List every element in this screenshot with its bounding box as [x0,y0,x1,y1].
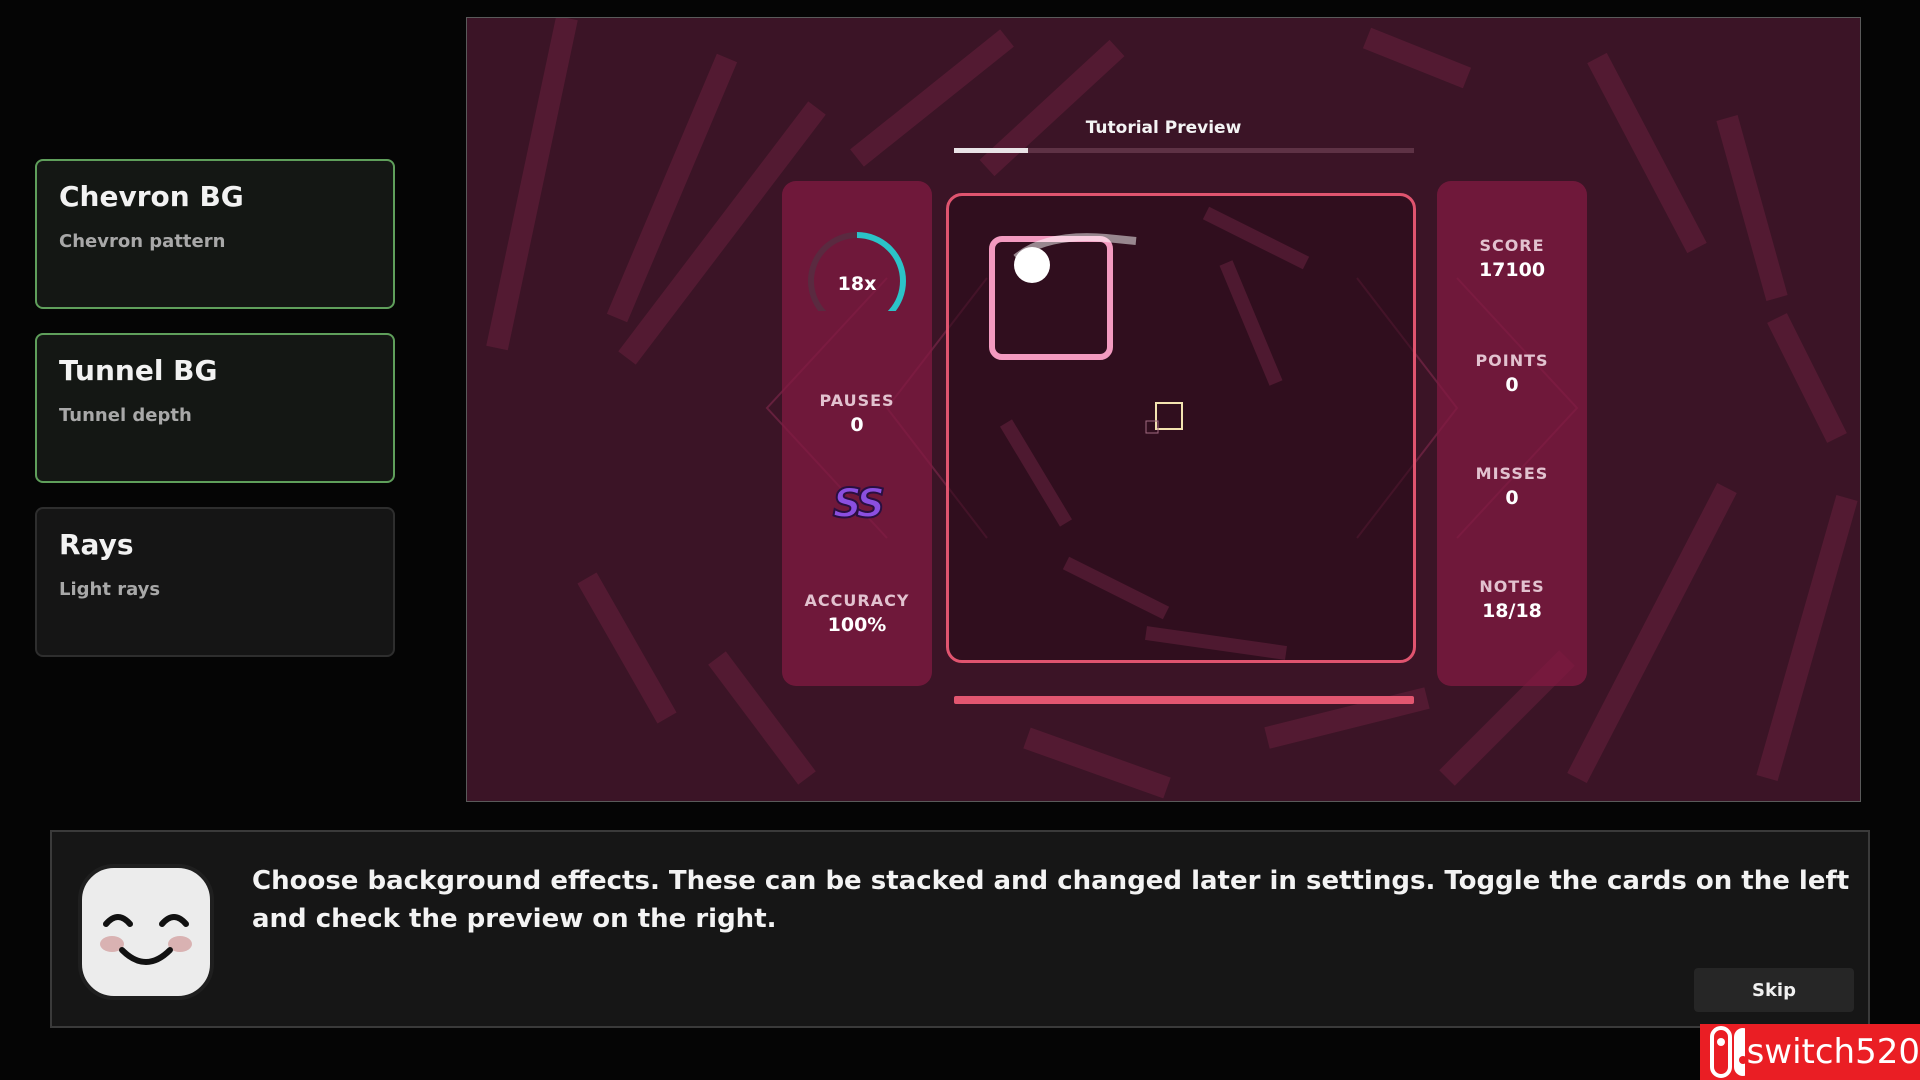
preview-pane: Tutorial Preview 18x PAUSES 0 SS ACCURAC… [466,17,1861,802]
score-stat: SCORE 17100 [1437,236,1587,281]
misses-label: MISSES [1475,464,1549,483]
effect-card-rays[interactable]: Rays Light rays [35,507,395,657]
progress-fill [954,148,1028,153]
right-stats-panel: SCORE 17100 POINTS 0 MISSES 0 NOTES 18/1… [1437,181,1587,686]
misses-value: 0 [1505,487,1519,509]
points-value: 0 [1505,374,1519,396]
target-square [1155,402,1183,430]
misses-stat: MISSES 0 [1437,464,1587,509]
skip-button[interactable]: Skip [1694,968,1854,1012]
tutorial-dialog: Choose background effects. These can be … [50,830,1870,1028]
notes-stat: NOTES 18/18 [1437,577,1587,622]
watermark-text: switch520 [1746,1032,1920,1072]
effect-card-chevron[interactable]: Chevron BG Chevron pattern [35,159,395,309]
cursor-ball [1014,247,1050,283]
card-subtitle: Tunnel depth [59,405,192,426]
effect-card-tunnel[interactable]: Tunnel BG Tunnel depth [35,333,395,483]
score-label: SCORE [1479,236,1545,255]
progress-track [954,148,1414,153]
preview-title: Tutorial Preview [1085,118,1242,138]
pauses-stat: PAUSES 0 [782,391,932,436]
left-stats-panel: 18x PAUSES 0 SS ACCURACY 100% [782,181,932,686]
pauses-value: 0 [850,414,864,436]
switch-logo-icon [1710,1026,1745,1078]
accuracy-value: 100% [827,614,887,636]
combo-value: 18x [837,273,877,295]
mascot-avatar-icon [78,864,214,1000]
pauses-label: PAUSES [819,391,895,410]
points-stat: POINTS 0 [1437,351,1587,396]
card-subtitle: Chevron pattern [59,231,226,252]
accuracy-stat: ACCURACY 100% [782,591,932,636]
note-box [989,236,1113,360]
card-subtitle: Light rays [59,579,161,600]
points-label: POINTS [1475,351,1549,370]
rank-badge: SS [832,480,886,528]
accuracy-label: ACCURACY [804,591,910,610]
play-field [989,206,1310,660]
play-area [946,193,1416,663]
score-value: 17100 [1478,259,1546,281]
card-title: Chevron BG [59,180,244,213]
health-bar [954,696,1414,704]
dialog-text: Choose background effects. These can be … [252,866,1850,934]
notes-label: NOTES [1479,577,1545,596]
notes-value: 18/18 [1482,600,1542,622]
watermark: switch520 [1700,1024,1920,1080]
card-title: Rays [59,528,134,561]
card-title: Tunnel BG [59,354,218,387]
